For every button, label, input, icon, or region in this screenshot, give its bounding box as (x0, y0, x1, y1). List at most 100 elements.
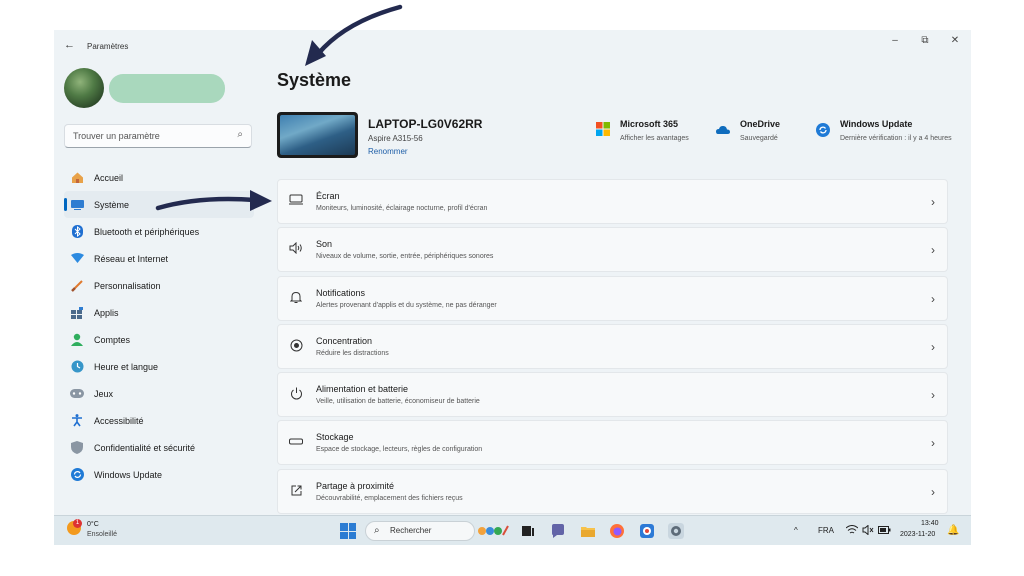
user-name-redacted (109, 74, 225, 103)
title-bar: ← Paramètres – ⧉ ✕ (54, 30, 971, 62)
card-title: Concentration (316, 335, 373, 346)
gamepad-icon (70, 387, 84, 401)
shield-icon (70, 441, 84, 455)
search-icon[interactable]: ⌕ (237, 129, 243, 140)
task-view-icon[interactable] (520, 523, 536, 539)
card-stockage[interactable]: Stockage Espace de stockage, lecteurs, r… (277, 420, 948, 466)
card-concentration[interactable]: Concentration Réduire les distractions › (277, 323, 948, 369)
app-title: Paramètres (87, 42, 129, 51)
chevron-right-icon: › (931, 484, 935, 499)
sidebar-nav: Accueil Système Bluetooth et périphériqu… (64, 164, 254, 488)
back-arrow-icon[interactable]: ← (64, 39, 75, 51)
card-subtitle: Niveaux de volume, sortie, entrée, périp… (316, 253, 494, 261)
sidebar-item-bluetooth[interactable]: Bluetooth et périphériques (64, 218, 254, 245)
bell-icon (288, 291, 304, 307)
status-microsoft-365[interactable]: Microsoft 365 Afficher les avantages (620, 119, 730, 144)
chevron-right-icon: › (931, 339, 935, 354)
clock-globe-icon (70, 360, 84, 374)
sidebar-item-windows-update[interactable]: Windows Update (64, 461, 254, 488)
card-son[interactable]: Son Niveaux de volume, sortie, entrée, p… (277, 227, 948, 273)
sidebar-item-label: Accueil (94, 172, 124, 183)
settings-list: Écran Moniteurs, luminosité, éclairage n… (277, 179, 948, 515)
storage-icon (288, 435, 304, 451)
chevron-right-icon: › (931, 243, 935, 258)
sidebar-item-confidentialite[interactable]: Confidentialité et sécurité (64, 434, 254, 461)
card-alimentation[interactable]: Alimentation et batterie Veille, utilisa… (277, 372, 948, 418)
weather-temperature: 0°C (87, 521, 99, 528)
card-subtitle: Veille, utilisation de batterie, économi… (316, 398, 480, 406)
chat-icon[interactable] (550, 523, 566, 539)
status-subtitle: Dernière vérification : il y a 4 heures (840, 135, 952, 142)
search-icon: ⌕ (374, 525, 380, 536)
bluetooth-icon (70, 225, 84, 239)
account-icon (70, 333, 84, 347)
card-ecran[interactable]: Écran Moniteurs, luminosité, éclairage n… (277, 179, 948, 224)
sidebar-item-label: Accessibilité (94, 415, 144, 426)
taskbar: 1 0°C Ensoleillé ⌕ Rechercher ^ FRA 13:4… (54, 515, 971, 545)
volume-icon[interactable] (862, 525, 874, 535)
device-name: LAPTOP-LG0V62RR (368, 117, 483, 131)
tray-overflow-chevron[interactable]: ^ (794, 526, 798, 535)
clock-date[interactable]: 2023-11-20 (900, 531, 935, 538)
sidebar-item-label: Applis (94, 307, 119, 318)
device-image (277, 112, 358, 158)
wifi-icon[interactable] (846, 525, 858, 535)
settings-gear-icon[interactable] (668, 523, 684, 539)
card-subtitle: Découvrabilité, emplacement des fichiers… (316, 494, 463, 502)
maximize-button[interactable]: ⧉ (915, 35, 935, 46)
sidebar-item-reseau[interactable]: Réseau et Internet (64, 245, 254, 272)
device-model: Aspire A315-56 (368, 134, 423, 143)
card-subtitle: Réduire les distractions (316, 349, 389, 357)
status-title: Microsoft 365 (620, 119, 679, 129)
sidebar-item-accueil[interactable]: Accueil (64, 164, 254, 191)
card-partage-proximite[interactable]: Partage à proximité Découvrabilité, empl… (277, 468, 948, 514)
search-placeholder: Trouver un paramètre (73, 131, 160, 141)
notification-bell-icon[interactable]: 🔔 (947, 525, 959, 536)
widgets-icon[interactable] (477, 523, 511, 539)
sidebar-item-jeux[interactable]: Jeux (64, 380, 254, 407)
taskbar-search-label: Rechercher (390, 526, 432, 535)
status-title: Windows Update (840, 119, 913, 129)
weather-badge: 1 (73, 519, 82, 528)
chevron-right-icon: › (931, 291, 935, 306)
wifi-icon (70, 252, 84, 266)
search-input[interactable]: Trouver un paramètre ⌕ (64, 124, 252, 148)
windows-start-icon[interactable] (340, 523, 356, 539)
close-button[interactable]: ✕ (945, 35, 965, 46)
battery-icon[interactable] (878, 526, 891, 534)
card-title: Alimentation et batterie (316, 384, 409, 395)
sidebar-item-comptes[interactable]: Comptes (64, 326, 254, 353)
sidebar-item-applis[interactable]: Applis (64, 299, 254, 326)
active-indicator (64, 198, 67, 211)
windows-update-icon (816, 123, 830, 137)
card-subtitle: Alertes provenant d'applis et du système… (316, 301, 497, 309)
minimize-button[interactable]: – (885, 35, 905, 46)
home-icon (70, 171, 84, 185)
display-icon (288, 194, 304, 210)
file-explorer-icon[interactable] (580, 523, 596, 539)
chevron-right-icon: › (931, 388, 935, 403)
speaker-icon (288, 242, 304, 258)
sidebar-item-label: Heure et langue (94, 361, 159, 372)
chevron-right-icon: › (931, 436, 935, 451)
snipping-tool-icon[interactable] (639, 523, 655, 539)
status-windows-update[interactable]: Windows Update Dernière vérification : i… (840, 119, 952, 144)
sidebar-item-systeme[interactable]: Système (64, 191, 254, 218)
sidebar-item-label: Réseau et Internet (94, 253, 169, 264)
rename-link[interactable]: Renommer (368, 147, 408, 156)
card-title: Notifications (316, 287, 366, 298)
card-notifications[interactable]: Notifications Alertes provenant d'applis… (277, 275, 948, 321)
clock-time[interactable]: 13:40 (921, 520, 939, 527)
card-title: Stockage (316, 432, 354, 443)
system-icon (70, 198, 84, 212)
firefox-icon[interactable] (609, 523, 625, 539)
sidebar-item-heure-langue[interactable]: Heure et langue (64, 353, 254, 380)
sidebar-item-personnalisation[interactable]: Personnalisation (64, 272, 254, 299)
language-indicator[interactable]: FRA (818, 526, 834, 535)
sidebar-item-label: Windows Update (94, 469, 163, 480)
taskbar-search[interactable]: ⌕ Rechercher (365, 521, 475, 541)
avatar[interactable] (64, 68, 104, 108)
sidebar-item-accessibilite[interactable]: Accessibilité (64, 407, 254, 434)
power-icon (288, 387, 304, 403)
card-title: Partage à proximité (316, 480, 395, 491)
